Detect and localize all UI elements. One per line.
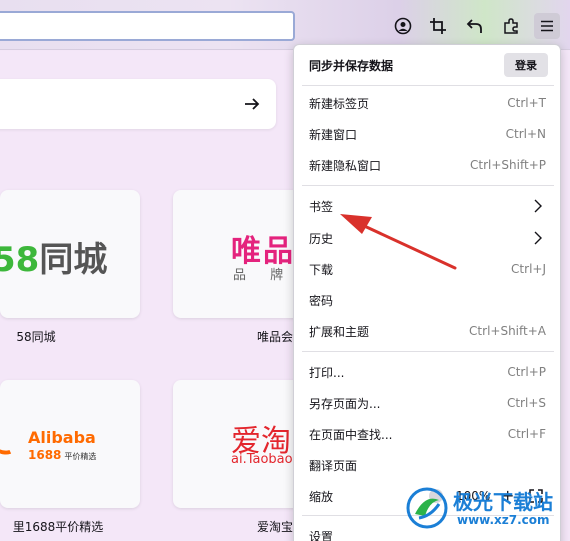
menu-item-bookmarks[interactable]: 书签 (294, 191, 560, 221)
toolbar (0, 0, 570, 50)
extensions-icon (504, 18, 518, 34)
account-icon (394, 17, 412, 35)
watermark-logo-icon (406, 487, 448, 529)
menu-item-passwords[interactable]: 密码 (294, 285, 560, 315)
menu-item-label: 设置 (309, 530, 334, 541)
menu-item-shortcut: Ctrl+Shift+P (470, 158, 546, 172)
1688-logo: 1688 平价精选 (28, 448, 97, 462)
account-button[interactable] (390, 13, 416, 39)
watermark-url: www.xz7.com (457, 513, 550, 527)
menu-separator (302, 185, 554, 186)
sync-title: 同步并保存数据 (309, 59, 394, 73)
menu-item-shortcut: Ctrl+F (507, 427, 546, 441)
shortcut-tile-1688[interactable]: Alibaba 1688 平价精选 (0, 380, 140, 508)
sign-in-button[interactable]: 登录 (504, 53, 548, 77)
menu-item-history[interactable]: 历史 (294, 223, 560, 253)
menu-item-label: 新建隐私窗口 (309, 159, 382, 173)
aitaobao-logo-subtitle: ai.Taobao (231, 452, 293, 467)
menu-item-label: 下载 (309, 263, 334, 277)
menu-item-new-window[interactable]: 新建窗口 Ctrl+N (294, 119, 560, 149)
menu-item-label: 打印... (309, 366, 345, 380)
menu-item-label: 扩展和主题 (309, 325, 370, 339)
menu-item-label: 缩放 (309, 490, 334, 504)
url-bar[interactable] (0, 11, 295, 41)
alibaba-swirl-icon (0, 427, 21, 459)
arrow-right-icon[interactable] (242, 94, 262, 114)
shortcut-label: 58同城 (16, 330, 56, 344)
app-menu-panel: 同步并保存数据 登录 新建标签页 Ctrl+T 新建窗口 Ctrl+N 新建隐私… (293, 44, 561, 541)
undo-button[interactable] (462, 13, 488, 39)
watermark-title: 极光下载站 (453, 490, 553, 514)
menu-item-label: 翻译页面 (309, 459, 358, 473)
menu-item-save-page[interactable]: 另存页面为... Ctrl+S (294, 388, 560, 418)
hamburger-menu-icon (541, 20, 553, 32)
menu-item-shortcut: Ctrl+T (507, 96, 546, 110)
menu-item-label: 在页面中查找... (309, 428, 393, 442)
menu-item-shortcut: Ctrl+P (507, 365, 546, 379)
sync-header: 同步并保存数据 登录 (294, 45, 560, 85)
menu-separator (302, 85, 554, 86)
screenshot-button[interactable] (425, 13, 451, 39)
menu-item-translate-page[interactable]: 翻译页面 (294, 450, 560, 480)
menu-item-label: 历史 (309, 232, 334, 246)
search-box[interactable] (0, 79, 276, 129)
menu-item-label: 书签 (309, 200, 334, 214)
menu-item-new-tab[interactable]: 新建标签页 Ctrl+T (294, 88, 560, 118)
shortcut-label: 里1688平价精选 (12, 520, 104, 534)
menu-item-label: 密码 (309, 294, 334, 308)
menu-item-label: 新建标签页 (309, 97, 370, 111)
menu-item-label: 新建窗口 (309, 128, 358, 142)
shortcut-tile-vip[interactable]: 唯品 品 牌 特 (173, 190, 313, 318)
menu-item-find-in-page[interactable]: 在页面中查找... Ctrl+F (294, 419, 560, 449)
alibaba-logo: Alibaba (28, 428, 96, 447)
crop-icon (430, 18, 446, 34)
menu-item-shortcut: Ctrl+J (511, 262, 546, 276)
extensions-button[interactable] (498, 13, 524, 39)
undo-icon (466, 19, 482, 33)
watermark: 极光下载站 www.xz7.com (405, 480, 565, 535)
shortcut-tile-58tongcheng[interactable]: 58同城 (0, 190, 140, 318)
menu-item-shortcut: Ctrl+N (505, 127, 546, 141)
menu-item-new-private-window[interactable]: 新建隐私窗口 Ctrl+Shift+P (294, 150, 560, 180)
menu-item-label: 另存页面为... (309, 397, 381, 411)
menu-separator (302, 351, 554, 352)
menu-item-addons-themes[interactable]: 扩展和主题 Ctrl+Shift+A (294, 316, 560, 346)
chevron-right-icon (534, 231, 542, 245)
menu-item-downloads[interactable]: 下载 Ctrl+J (294, 254, 560, 284)
chevron-right-icon (534, 199, 542, 213)
menu-item-shortcut: Ctrl+S (506, 396, 546, 410)
menu-item-shortcut: Ctrl+Shift+A (469, 324, 546, 338)
58tongcheng-logo: 58同城 (0, 240, 108, 280)
menu-item-print[interactable]: 打印... Ctrl+P (294, 357, 560, 387)
shortcut-tile-aitaobao[interactable]: 爱淘 ai.Taobao (173, 380, 313, 508)
app-menu-button[interactable] (534, 13, 560, 39)
